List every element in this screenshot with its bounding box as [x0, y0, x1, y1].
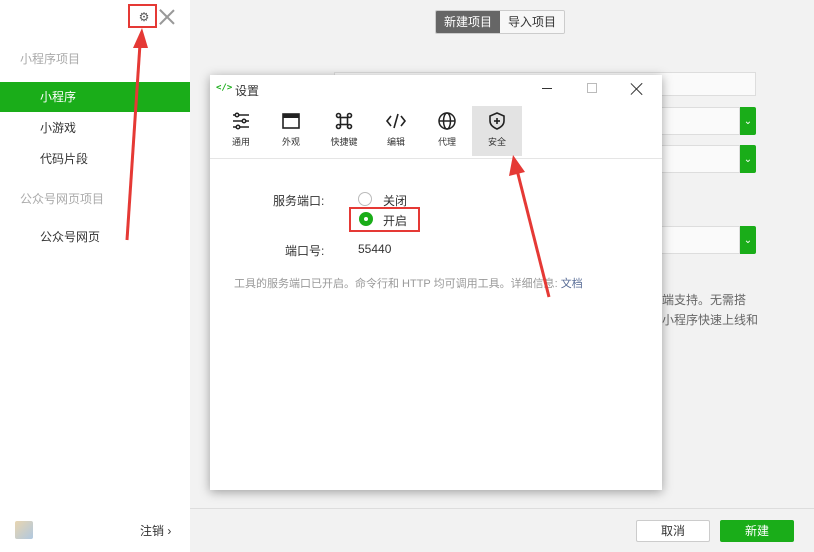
tab-label: 编辑 [386, 137, 405, 147]
bg-description-line: 小程序快速上线和 [662, 313, 759, 327]
radio-off[interactable] [358, 192, 372, 206]
window-icon [266, 106, 316, 136]
close-icon[interactable] [631, 83, 643, 95]
create-button[interactable]: 新建 [720, 520, 794, 542]
footer: 取消 新建 [190, 508, 814, 552]
settings-dialog: </> 设置 通用 外观 快捷键 编辑 代理 安全 服务端口: 关闭 开启 端口… [210, 75, 662, 490]
sliders-icon [216, 106, 266, 136]
tab-appearance[interactable]: 外观 [266, 106, 316, 156]
command-icon [319, 106, 369, 136]
docs-link[interactable]: 文档 [561, 278, 583, 290]
tab-new-project[interactable]: 新建项目 [436, 11, 501, 33]
gear-highlight-box [128, 4, 157, 28]
service-port-label: 服务端口: [273, 194, 325, 208]
code-icon [371, 106, 421, 136]
titlebar[interactable]: </> 设置 [210, 75, 662, 103]
tab-label: 安全 [487, 137, 506, 147]
tab-label: 通用 [231, 137, 250, 147]
port-number-label: 端口号: [285, 244, 325, 258]
settings-toolbar: 通用 外观 快捷键 编辑 代理 安全 [210, 103, 662, 159]
project-tabs: 新建项目 导入项目 [435, 10, 566, 34]
radio-highlight-box [349, 207, 420, 232]
tab-label: 快捷键 [330, 137, 358, 147]
dialog-title: 设置 [235, 84, 260, 98]
cancel-button[interactable]: 取消 [636, 520, 710, 542]
section-title-official: 公众号网页项目 [20, 192, 105, 206]
sidebar-item-code-snippet[interactable]: 代码片段 [0, 144, 190, 174]
sidebar: ⚙ 小程序项目 小程序 小游戏 代码片段 公众号网页项目 公众号网页 注销 › [0, 0, 190, 552]
avatar[interactable] [15, 521, 33, 539]
tab-label: 外观 [281, 137, 300, 147]
tab-proxy[interactable]: 代理 [422, 106, 472, 156]
tab-security[interactable]: 安全 [472, 106, 522, 156]
logout-button[interactable]: 注销 › [140, 522, 171, 539]
bg-description-line: 端支持。无需搭 [662, 293, 747, 307]
sidebar-item-miniprogram[interactable]: 小程序 [0, 82, 190, 112]
tab-import-project[interactable]: 导入项目 [500, 11, 565, 33]
chevron-down-icon[interactable]: ⌄ [740, 107, 756, 135]
globe-icon [422, 106, 472, 136]
tab-shortcuts[interactable]: 快捷键 [319, 106, 369, 156]
minimize-icon[interactable] [542, 88, 552, 89]
tab-label: 代理 [437, 137, 456, 147]
shield-icon [472, 106, 522, 136]
close-icon[interactable] [159, 9, 175, 25]
app-logo-icon: </> [216, 83, 233, 93]
hint-text: 工具的服务端口已开启。命令行和 HTTP 均可调用工具。详细信息: 文档 [234, 275, 624, 293]
port-number-value: 55440 [358, 242, 392, 256]
sidebar-item-minigame[interactable]: 小游戏 [0, 113, 190, 143]
chevron-down-icon[interactable]: ⌄ [740, 226, 756, 254]
sidebar-item-official-webpage[interactable]: 公众号网页 [0, 222, 190, 252]
chevron-down-icon[interactable]: ⌄ [740, 145, 756, 173]
tab-editor[interactable]: 编辑 [371, 106, 421, 156]
hint-body: 工具的服务端口已开启。命令行和 HTTP 均可调用工具。详细信息: [234, 278, 561, 290]
section-title-miniprogram: 小程序项目 [20, 52, 81, 66]
tab-general[interactable]: 通用 [216, 106, 266, 156]
maximize-icon[interactable] [587, 83, 597, 93]
